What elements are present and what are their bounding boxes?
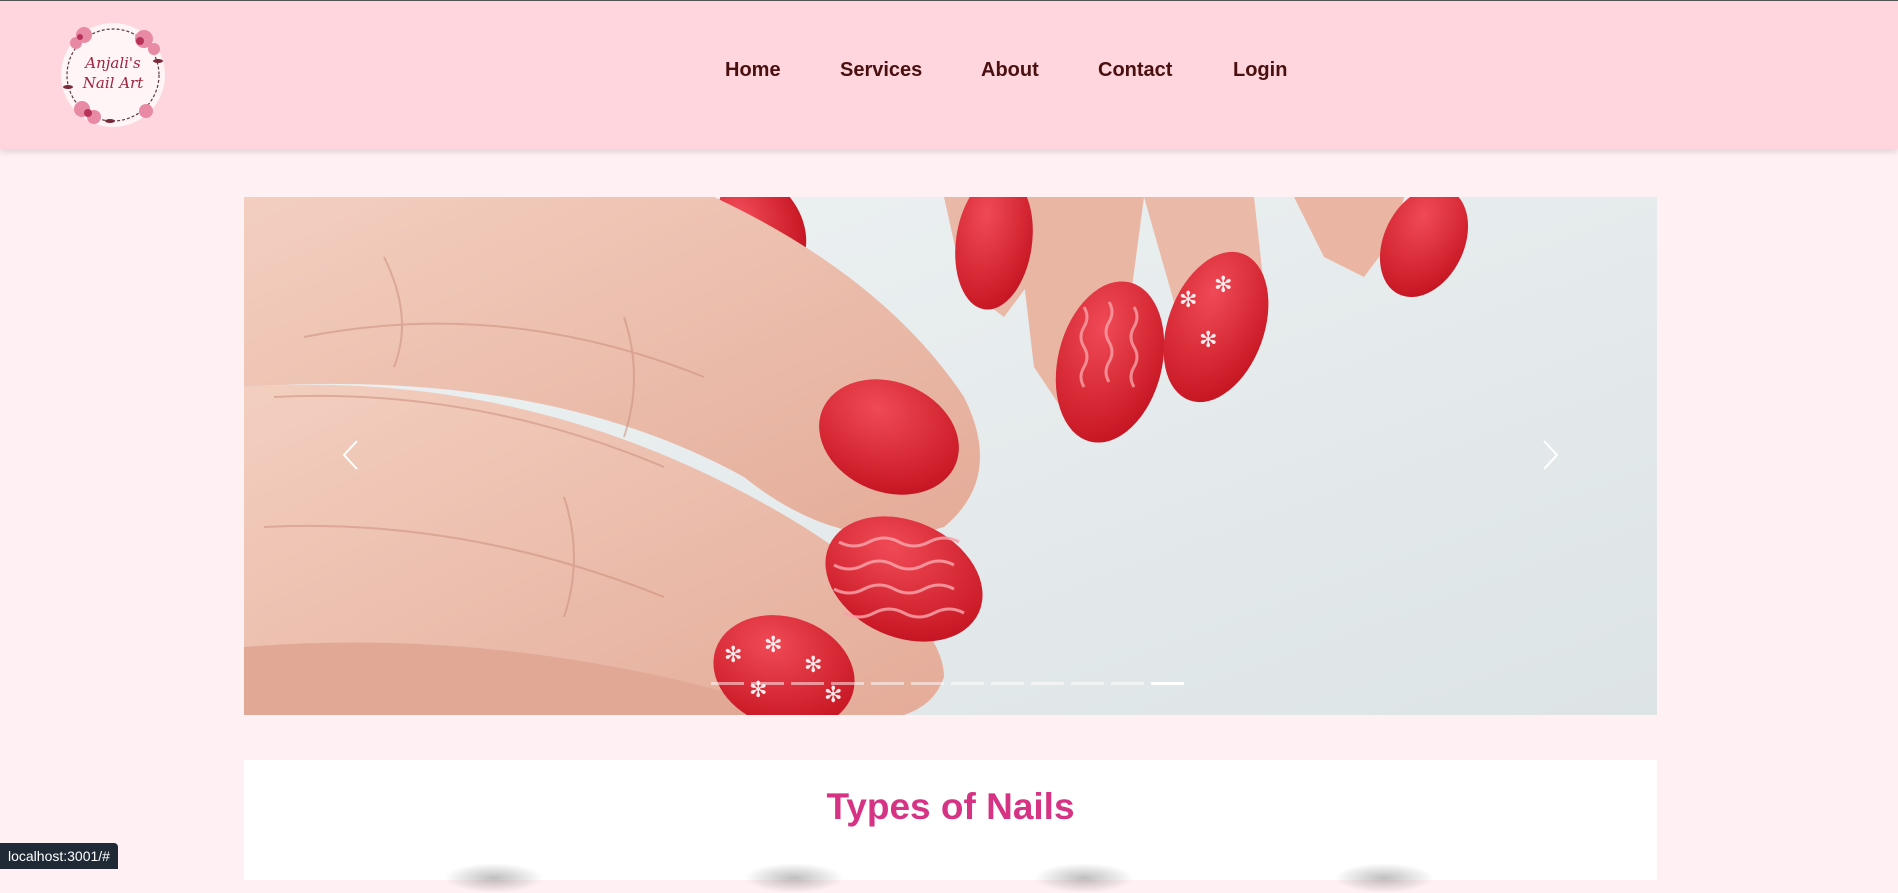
svg-text:✻: ✻: [764, 633, 782, 658]
carousel-indicator[interactable]: [711, 682, 744, 685]
svg-text:✻: ✻: [1214, 273, 1232, 298]
hero-carousel: ✻ ✻ ✻ ✻ ✻ ✻ ✻ ✻: [244, 197, 1657, 715]
carousel-indicator[interactable]: [1031, 682, 1064, 685]
carousel-slide-image: ✻ ✻✻ ✻ ✻ ✻✻✻: [244, 197, 1657, 715]
carousel-prev-button[interactable]: [332, 435, 372, 475]
chevron-left-icon: [342, 440, 358, 470]
card-image-top: [744, 863, 844, 893]
nav-login[interactable]: Login: [1233, 59, 1287, 82]
card-image-top: [1034, 863, 1134, 893]
card-image-top: [444, 863, 544, 893]
section-title: Types of Nails: [826, 786, 1075, 827]
chevron-right-icon: [1543, 440, 1559, 470]
carousel-indicator[interactable]: [1071, 682, 1104, 685]
nav-contact[interactable]: Contact: [1098, 59, 1172, 82]
carousel-indicator[interactable]: [871, 682, 904, 685]
carousel-indicator[interactable]: [791, 682, 824, 685]
carousel-indicator[interactable]: [831, 682, 864, 685]
nav-home[interactable]: Home: [725, 59, 781, 82]
site-header: Anjali's Nail Art Home Services About Co…: [0, 1, 1898, 149]
carousel-indicator[interactable]: [1111, 682, 1144, 685]
card-image-top: [1334, 863, 1434, 893]
nav-about[interactable]: About: [981, 59, 1039, 82]
svg-text:✻: ✻: [804, 653, 822, 678]
status-bar-url: localhost:3001/#: [0, 843, 118, 869]
carousel-indicator[interactable]: [911, 682, 944, 685]
carousel-next-button[interactable]: [1529, 435, 1569, 475]
carousel-indicator[interactable]: [1151, 682, 1184, 685]
types-of-nails-section: Types of Nails: [244, 760, 1657, 893]
svg-text:✻: ✻: [1179, 288, 1197, 313]
svg-text:✻: ✻: [1199, 328, 1217, 353]
main-nav: Home Services About Contact Login: [0, 59, 1898, 91]
carousel-indicator[interactable]: [991, 682, 1024, 685]
svg-text:✻: ✻: [724, 643, 742, 668]
carousel-indicator[interactable]: [951, 682, 984, 685]
nav-services[interactable]: Services: [840, 59, 922, 82]
svg-text:✻: ✻: [824, 683, 842, 708]
carousel-indicator[interactable]: [751, 682, 784, 685]
